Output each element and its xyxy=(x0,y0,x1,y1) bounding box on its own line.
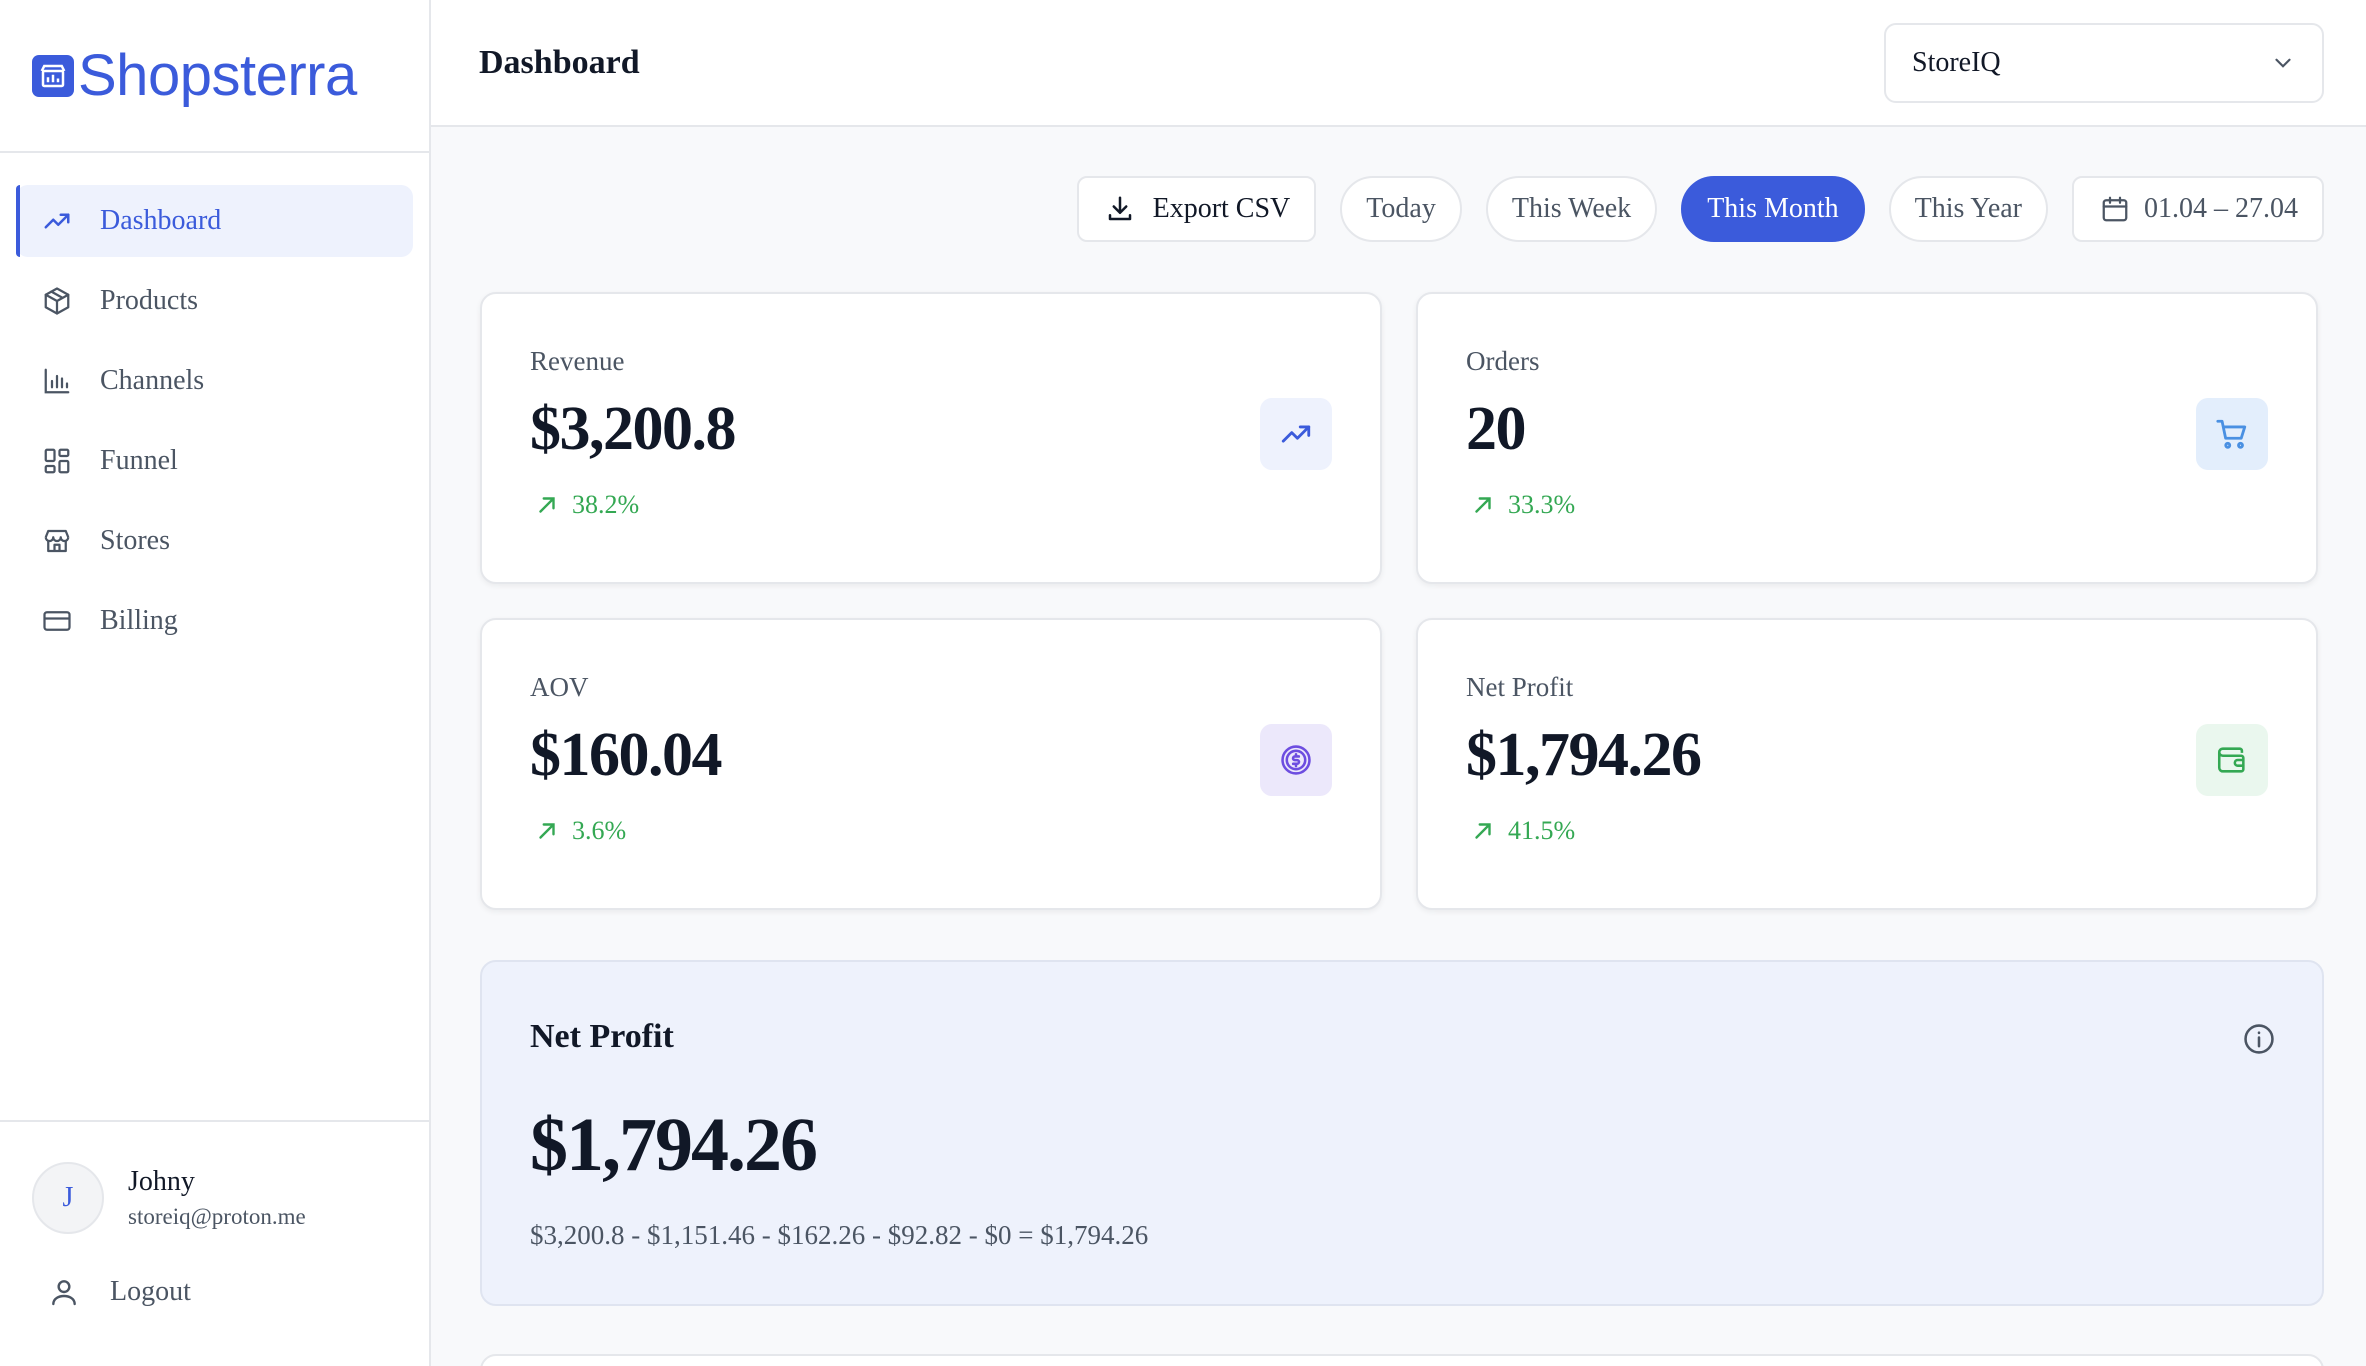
wallet-icon xyxy=(2196,724,2268,796)
info-icon[interactable] xyxy=(2242,1022,2276,1056)
date-range-picker[interactable]: 01.04 – 27.04 xyxy=(2072,176,2324,242)
arrow-up-right-icon xyxy=(1475,823,1491,839)
logout-label: Logout xyxy=(110,1276,191,1307)
dollar-circle-icon xyxy=(1260,724,1332,796)
store-icon xyxy=(44,529,70,553)
period-this-year-button[interactable]: This Year xyxy=(1888,176,2048,242)
sidebar-item-label: Stores xyxy=(100,525,170,556)
sidebar-item-stores[interactable]: Stores xyxy=(16,505,413,577)
sidebar-item-label: Channels xyxy=(100,365,205,396)
user-profile[interactable]: J Johny storeiq@proton.me xyxy=(0,1122,429,1234)
chevron-down-icon xyxy=(2275,58,2291,68)
user-email: storeiq@proton.me xyxy=(128,1204,306,1229)
layout-grid-icon xyxy=(44,448,70,474)
store-logo-icon xyxy=(32,54,74,97)
store-select-value: StoreIQ xyxy=(1912,46,2001,78)
period-this-month-button[interactable]: This Month xyxy=(1681,176,1865,242)
metric-value: 20 xyxy=(1466,395,1527,463)
net-profit-value: $1,794.26 xyxy=(530,1103,818,1187)
box-icon xyxy=(44,287,70,315)
sidebar-item-channels[interactable]: Channels xyxy=(16,345,413,417)
metric-change-value: 38.2% xyxy=(572,490,640,519)
sidebar-item-label: Billing xyxy=(100,605,178,636)
metric-card-orders: Orders 20 33.3% xyxy=(1416,292,2318,584)
metric-change: 41.5% xyxy=(1470,816,1575,846)
metric-label: Revenue xyxy=(530,346,625,376)
download-icon xyxy=(1108,196,1131,221)
arrow-up-right-icon xyxy=(539,823,555,839)
metric-label: Orders xyxy=(1466,346,1540,376)
next-panel xyxy=(480,1354,2324,1366)
metric-value: $1,794.26 xyxy=(1466,721,1702,789)
date-range-value: 01.04 – 27.04 xyxy=(2144,193,2298,224)
metric-label: Net Profit xyxy=(1466,672,1574,702)
date-filter-toolbar: Export CSV Today This Week This Month Th… xyxy=(1076,176,2324,242)
metric-label: AOV xyxy=(530,672,589,702)
logout-button[interactable]: Logout xyxy=(0,1234,429,1308)
sidebar-item-funnel[interactable]: Funnel xyxy=(16,425,413,497)
export-csv-label: Export CSV xyxy=(1152,193,1291,224)
metric-value: $3,200.8 xyxy=(530,395,737,463)
shopping-cart-icon xyxy=(2196,398,2268,470)
metric-card-net-profit: Net Profit $1,794.26 41.5% xyxy=(1416,618,2318,910)
sidebar-item-billing[interactable]: Billing xyxy=(16,585,413,657)
arrow-up-right-icon xyxy=(539,497,555,513)
metric-change-value: 41.5% xyxy=(1508,816,1576,845)
sidebar-item-products[interactable]: Products xyxy=(16,265,413,337)
metric-change: 33.3% xyxy=(1470,490,1575,520)
calendar-icon xyxy=(2102,196,2128,222)
trending-up-icon xyxy=(1260,398,1332,470)
bar-chart-icon xyxy=(44,368,70,394)
top-header: Dashboard StoreIQ xyxy=(431,0,2366,127)
period-this-week-button[interactable]: This Week xyxy=(1485,176,1658,242)
period-today-button[interactable]: Today xyxy=(1340,176,1462,242)
arrow-up-right-icon xyxy=(1475,497,1491,513)
store-select[interactable]: StoreIQ xyxy=(1884,22,2324,103)
sidebar: Shopsterra Dashboard Products Channels F… xyxy=(0,0,431,1366)
metric-change: 3.6% xyxy=(534,816,626,846)
metric-card-aov: AOV $160.04 3.6% xyxy=(480,618,1382,910)
brand-name: Shopsterra xyxy=(78,43,357,108)
net-profit-panel: Net Profit $1,794.26 $3,200.8 - $1,151.4… xyxy=(480,960,2324,1306)
user-name: Johny xyxy=(128,1166,195,1197)
user-icon xyxy=(52,1280,76,1306)
sidebar-item-label: Dashboard xyxy=(100,205,222,236)
brand-logo[interactable]: Shopsterra xyxy=(0,0,429,153)
sidebar-item-label: Products xyxy=(100,285,198,316)
metric-card-revenue: Revenue $3,200.8 38.2% xyxy=(480,292,1382,584)
export-csv-button[interactable]: Export CSV xyxy=(1076,176,1317,242)
net-profit-title: Net Profit xyxy=(530,1018,674,1055)
sidebar-nav: Dashboard Products Channels Funnel Store… xyxy=(0,153,429,657)
metric-change-value: 3.6% xyxy=(572,816,627,845)
metric-change: 38.2% xyxy=(534,490,639,520)
net-profit-formula: $3,200.8 - $1,151.46 - $162.26 - $92.82 … xyxy=(530,1220,1149,1250)
metric-change-value: 33.3% xyxy=(1508,490,1576,519)
sidebar-footer: J Johny storeiq@proton.me Logout xyxy=(0,1120,429,1366)
page-title: Dashboard xyxy=(479,43,640,81)
credit-card-icon xyxy=(43,611,71,631)
sidebar-item-dashboard[interactable]: Dashboard xyxy=(16,185,413,257)
metric-value: $160.04 xyxy=(530,721,723,789)
trending-up-icon xyxy=(44,213,70,229)
avatar: J xyxy=(32,1162,104,1234)
sidebar-item-label: Funnel xyxy=(100,445,178,476)
